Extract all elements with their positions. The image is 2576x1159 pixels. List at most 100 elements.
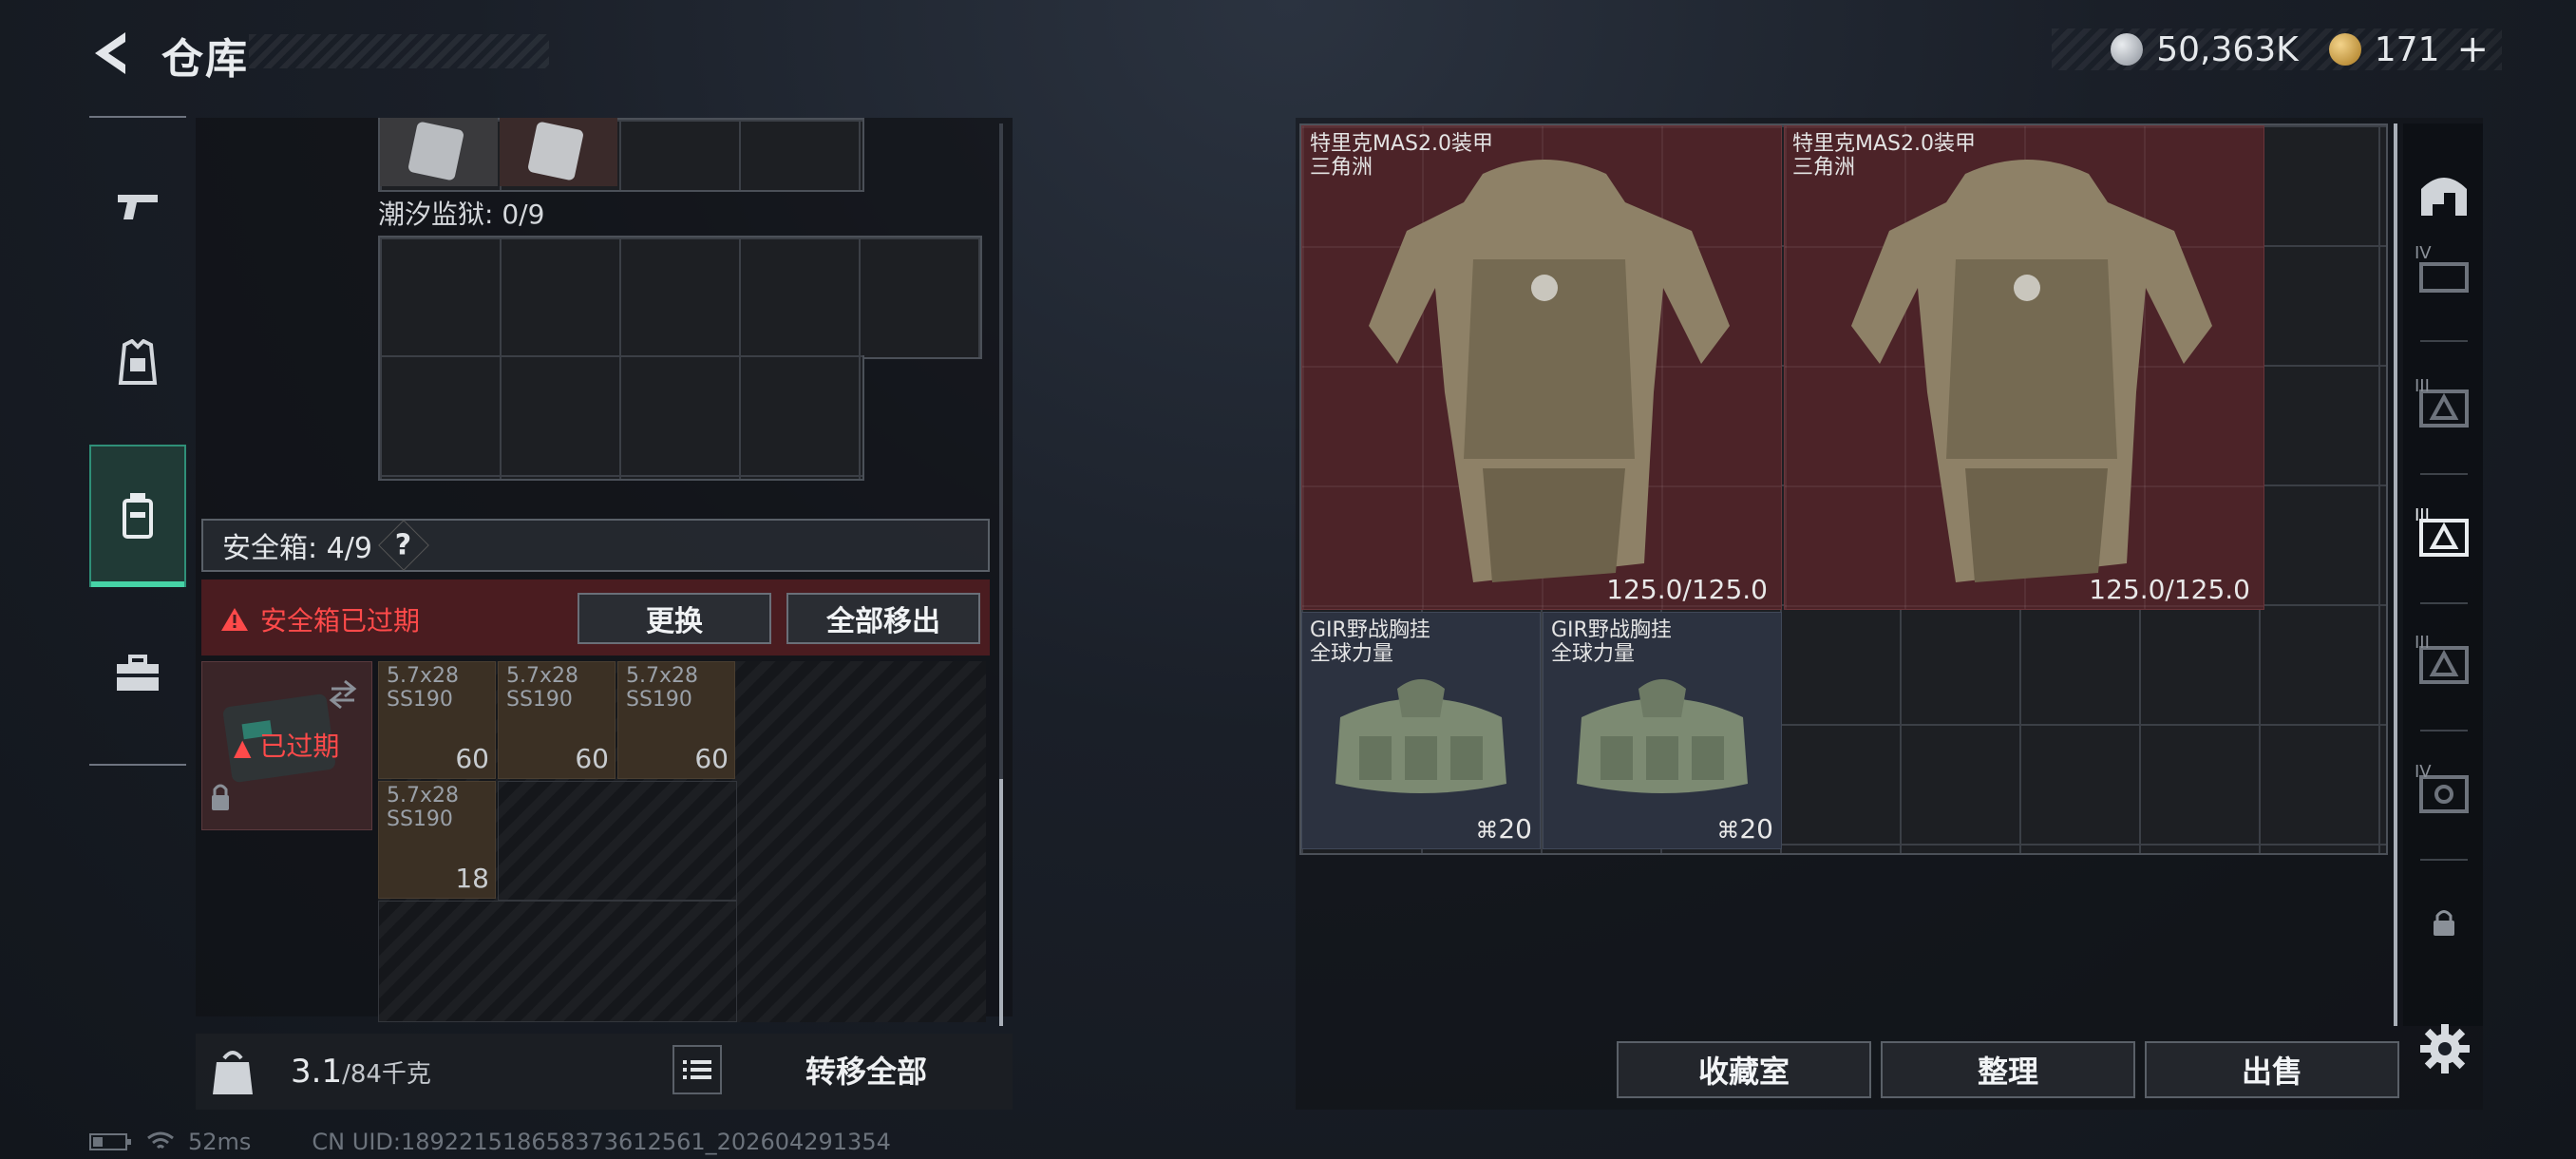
transfer-all-button[interactable]: 转移全部 (735, 1043, 997, 1096)
gold-amount: 171 (2374, 29, 2440, 69)
category-tier-iii-active[interactable]: III (2411, 504, 2477, 570)
page-title: 仓库 (161, 35, 249, 84)
item-thumbnail-icon (408, 122, 464, 180)
ping-text: 52ms (188, 1129, 252, 1155)
collection-room-button[interactable]: 收藏室 (1617, 1041, 1871, 1098)
nav-medkit[interactable] (89, 602, 186, 745)
rig-item[interactable]: GIR野战胸挂 全球力量 ⌘20 (1543, 612, 1782, 849)
tier-label: III (2415, 376, 2430, 396)
category-tier-iv-a[interactable]: IV (2411, 241, 2477, 308)
category-all[interactable] (2411, 160, 2477, 226)
ammo-type: SS190 (626, 688, 692, 712)
safe-box-title: 安全箱: 4/9 (222, 532, 372, 565)
tier-label: IV (2415, 243, 2432, 263)
ammo-name: 5.7x28 (626, 664, 699, 688)
list-icon (683, 1060, 711, 1079)
durability: 125.0/125.0 (1606, 574, 1768, 605)
tidal-prison-grid[interactable] (378, 236, 982, 359)
item-name: GIR野战胸挂 (1310, 618, 1430, 642)
back-arrow-icon (95, 32, 125, 74)
item-name: 特里克MAS2.0装甲 (1792, 132, 1976, 156)
status-line: 52ms CN UID:189221518658373612561_202604… (89, 1129, 891, 1155)
ammo-item[interactable]: 5.7x28 SS190 18 (378, 781, 496, 899)
capacity-icon: ⌘ (1475, 817, 1499, 844)
safe-box-header: 安全箱: 4/9 ? (201, 519, 990, 572)
stash-scrollbar-thumb[interactable] (2394, 124, 2397, 1026)
nav-armor[interactable] (89, 293, 186, 435)
organize-button[interactable]: 整理 (1881, 1041, 2135, 1098)
help-button[interactable]: ? (378, 520, 429, 571)
container-icon (123, 493, 153, 539)
settings-button[interactable] (2418, 1022, 2472, 1075)
add-currency-button[interactable]: + (2456, 28, 2489, 71)
nav-weapons[interactable] (89, 135, 186, 277)
nav-container[interactable] (89, 445, 186, 587)
ammo-name: 5.7x28 (387, 784, 460, 808)
uid-text: CN UID:189221518658373612561_20260429135… (312, 1129, 891, 1155)
item-faction: 全球力量 (1310, 642, 1394, 666)
wifi-icon (147, 1131, 174, 1150)
tier-label: III (2415, 633, 2430, 653)
list-view-button[interactable] (672, 1045, 722, 1094)
title-decoration (249, 34, 549, 68)
category-separator (2420, 859, 2468, 861)
category-separator (2420, 730, 2468, 732)
item-faction: 三角洲 (1792, 156, 1856, 180)
arch-icon (2421, 178, 2467, 216)
left-scrollbar-thumb[interactable] (999, 779, 1003, 1026)
toolbox-icon (117, 655, 159, 691)
category-separator (2420, 602, 2468, 604)
category-separator (2420, 340, 2468, 342)
ammo-type: SS190 (387, 688, 453, 712)
capacity: 20 (1739, 813, 1773, 845)
weight-max: /84千克 (342, 1060, 431, 1089)
item-name: 特里克MAS2.0装甲 (1310, 132, 1493, 156)
safe-box-grid[interactable]: 5.7x28 SS190 60 5.7x28 SS190 60 5.7x28 SS19… (378, 661, 986, 1022)
category-tier-iv-b[interactable]: IV (2411, 760, 2477, 826)
left-nav (89, 116, 186, 766)
item-name: GIR野战胸挂 (1551, 618, 1672, 642)
ammo-item[interactable]: 5.7x28 SS190 60 (617, 661, 735, 779)
weight-readout: 3.1/84千克 (291, 1053, 431, 1091)
capacity: 20 (1498, 813, 1532, 845)
ammo-name: 5.7x28 (506, 664, 579, 688)
silver-amount: 50,363K (2156, 29, 2299, 69)
remove-all-button[interactable]: 全部移出 (786, 593, 980, 644)
warning-icon (221, 608, 248, 631)
tier-label: IV (2415, 762, 2432, 782)
category-locked[interactable] (2411, 889, 2477, 956)
armor-item[interactable]: 特里克MAS2.0装甲 三角洲 125.0/125.0 (1784, 125, 2264, 610)
grid-item[interactable] (500, 118, 617, 186)
expired-badge-text: 已过期 (259, 731, 340, 762)
tier-label: III (2415, 505, 2430, 525)
replace-button[interactable]: 更换 (578, 593, 771, 644)
empty-slot[interactable] (498, 781, 737, 901)
tidal-prison-label: 潮汐监狱: 0/9 (378, 199, 545, 230)
battery-icon (89, 1133, 131, 1150)
weight-current: 3.1 (291, 1053, 343, 1091)
category-tier-iii-b[interactable]: III (2411, 631, 2477, 697)
ammo-item[interactable]: 5.7x28 SS190 60 (378, 661, 496, 779)
ammo-count: 60 (455, 743, 489, 774)
grid-item[interactable] (380, 118, 498, 186)
empty-slot[interactable] (378, 901, 737, 1022)
help-icon: ? (395, 528, 412, 562)
back-button[interactable] (87, 28, 137, 78)
gold-coin-icon (2328, 33, 2361, 66)
durability: 125.0/125.0 (2089, 574, 2250, 605)
ammo-count: 60 (694, 743, 729, 774)
sell-button[interactable]: 出售 (2145, 1041, 2399, 1098)
armor-vest-icon (118, 339, 158, 385)
item-faction: 全球力量 (1551, 642, 1636, 666)
tidal-prison-grid-lower[interactable] (378, 355, 864, 481)
armor-item[interactable]: 特里克MAS2.0装甲 三角洲 125.0/125.0 (1301, 125, 1782, 610)
chest-rig-image (1335, 679, 1506, 793)
expired-badge: ▲ 已过期 (234, 726, 339, 764)
ammo-count: 18 (455, 863, 489, 894)
category-tier-iii-a[interactable]: III (2411, 374, 2477, 441)
ammo-item[interactable]: 5.7x28 SS190 60 (498, 661, 616, 779)
expired-warning-text: 安全箱已过期 (260, 605, 421, 636)
silver-coin-icon (2111, 33, 2144, 66)
item-faction: 三角洲 (1310, 156, 1373, 180)
rig-item[interactable]: GIR野战胸挂 全球力量 ⌘20 (1301, 612, 1541, 849)
